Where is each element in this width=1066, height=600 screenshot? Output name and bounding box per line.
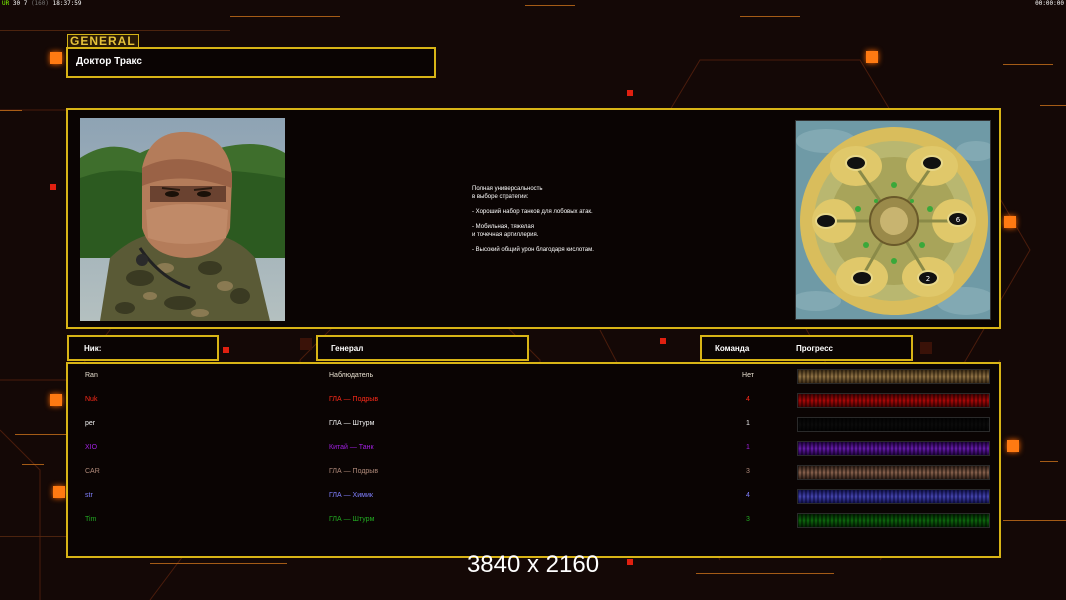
player-progress-bar <box>797 465 990 480</box>
general-logo: GENERAL <box>67 34 139 48</box>
player-row[interactable]: XIO Китай — Танк 1 <box>68 440 999 464</box>
player-nick: XIO <box>85 444 98 451</box>
player-general: Китай — Танк <box>329 444 374 451</box>
player-nick: per <box>85 420 96 427</box>
general-description: Полная универсальность в выборе стратеги… <box>472 186 594 253</box>
player-team: 1 <box>746 444 750 451</box>
player-progress-bar <box>797 441 990 456</box>
player-progress-bar <box>797 489 990 504</box>
map-preview[interactable]: 6 2 <box>795 120 991 320</box>
player-team: 4 <box>746 396 750 403</box>
column-header-progress: Прогресс <box>796 344 833 353</box>
column-header-general: Генерал <box>316 335 529 361</box>
general-name: Доктор Тракс <box>76 56 142 67</box>
general-portrait <box>80 118 285 321</box>
player-progress-bar <box>797 369 990 384</box>
player-list: Ran Наблюдатель Нет Nuk ГЛА — Подрыв 4 per ГЛА … <box>66 362 1001 558</box>
map-slot-marker: 2 <box>926 275 930 283</box>
player-progress-bar <box>797 513 990 528</box>
status-readout: UR 30 7 (160) 18:37:59 <box>2 0 82 7</box>
player-team: 4 <box>746 492 750 499</box>
player-general: ГЛА — Подрыв <box>329 396 379 403</box>
player-progress-bar <box>797 417 990 432</box>
player-row[interactable]: Tim ГЛА — Штурм 3 <box>68 512 999 536</box>
player-team: 3 <box>746 516 750 523</box>
player-row[interactable]: str ГЛА — Химик 4 <box>68 488 999 512</box>
player-general: Наблюдатель <box>329 372 374 379</box>
player-team: 1 <box>746 420 750 427</box>
status-clock: 00:00:00 <box>1035 0 1064 7</box>
column-header-team: Команда <box>715 344 750 353</box>
player-row[interactable]: Ran Наблюдатель Нет <box>68 368 999 392</box>
player-team: 3 <box>746 468 750 475</box>
column-header-nick: Ник: <box>67 335 219 361</box>
map-slot-marker: 6 <box>956 216 961 224</box>
player-nick: Nuk <box>85 396 98 403</box>
player-team: Нет <box>742 372 754 379</box>
player-progress-bar <box>797 393 990 408</box>
player-row[interactable]: CAR ГЛА — Подрыв 3 <box>68 464 999 488</box>
player-nick: Tim <box>85 516 97 523</box>
player-nick: Ran <box>85 372 98 379</box>
player-row[interactable]: Nuk ГЛА — Подрыв 4 <box>68 392 999 416</box>
player-general: ГЛА — Штурм <box>329 516 375 523</box>
player-nick: CAR <box>85 468 100 475</box>
player-nick: str <box>85 492 93 499</box>
column-header-team-progress: Команда Прогресс <box>700 335 913 361</box>
resolution-label: 3840 x 2160 <box>466 551 600 578</box>
general-name-panel: Доктор Тракс <box>66 47 436 78</box>
player-general: ГЛА — Химик <box>329 492 373 499</box>
general-info-panel: Полная универсальность в выборе стратеги… <box>66 108 1001 329</box>
player-general: ГЛА — Штурм <box>329 420 375 427</box>
player-row[interactable]: per ГЛА — Штурм 1 <box>68 416 999 440</box>
player-general: ГЛА — Подрыв <box>329 468 379 475</box>
